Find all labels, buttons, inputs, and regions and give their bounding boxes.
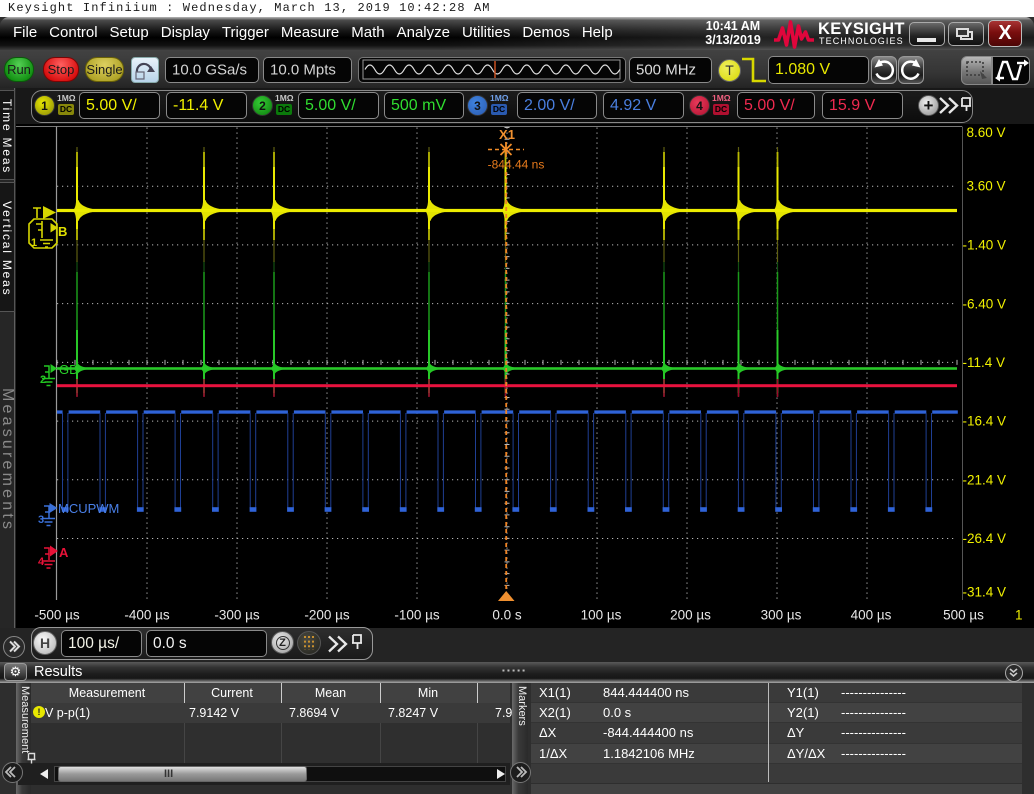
svg-text:-400 µs: -400 µs — [124, 608, 170, 623]
svg-text:B: B — [58, 224, 67, 239]
svg-text:-21.4 V: -21.4 V — [963, 473, 1007, 488]
svg-text:0.0 s: 0.0 s — [492, 608, 522, 623]
svg-text:8.60 V: 8.60 V — [967, 125, 1006, 140]
svg-text:100 µs: 100 µs — [581, 608, 622, 623]
svg-text:-500 µs: -500 µs — [34, 608, 80, 623]
svg-text:-300 µs: -300 µs — [214, 608, 260, 623]
svg-text:-200 µs: -200 µs — [304, 608, 350, 623]
svg-text:2: 2 — [40, 374, 46, 386]
svg-text:200 µs: 200 µs — [670, 608, 711, 623]
svg-text:3: 3 — [38, 514, 44, 526]
svg-text:300 µs: 300 µs — [761, 608, 802, 623]
svg-text:-16.4 V: -16.4 V — [963, 414, 1007, 429]
svg-text:MCUPWM: MCUPWM — [58, 501, 119, 516]
svg-text:A: A — [59, 545, 69, 560]
svg-text:X1: X1 — [499, 127, 515, 142]
svg-text:GD: GD — [59, 362, 79, 377]
svg-text:400 µs: 400 µs — [851, 608, 892, 623]
svg-text:-11.4 V: -11.4 V — [963, 355, 1006, 370]
svg-text:-1.40 V: -1.40 V — [963, 238, 1007, 253]
svg-text:1: 1 — [31, 237, 37, 249]
svg-text:-100 µs: -100 µs — [394, 608, 440, 623]
svg-text:-26.4 V: -26.4 V — [963, 531, 1007, 546]
svg-text:1: 1 — [1015, 608, 1023, 623]
svg-text:4: 4 — [38, 556, 45, 568]
svg-text:500 µs: 500 µs — [943, 608, 984, 623]
svg-text:-844.44 ns: -844.44 ns — [488, 158, 545, 172]
svg-text:-31.4 V: -31.4 V — [963, 585, 1007, 600]
svg-text:3.60 V: 3.60 V — [967, 179, 1006, 194]
svg-text:-6.40 V: -6.40 V — [963, 297, 1007, 312]
